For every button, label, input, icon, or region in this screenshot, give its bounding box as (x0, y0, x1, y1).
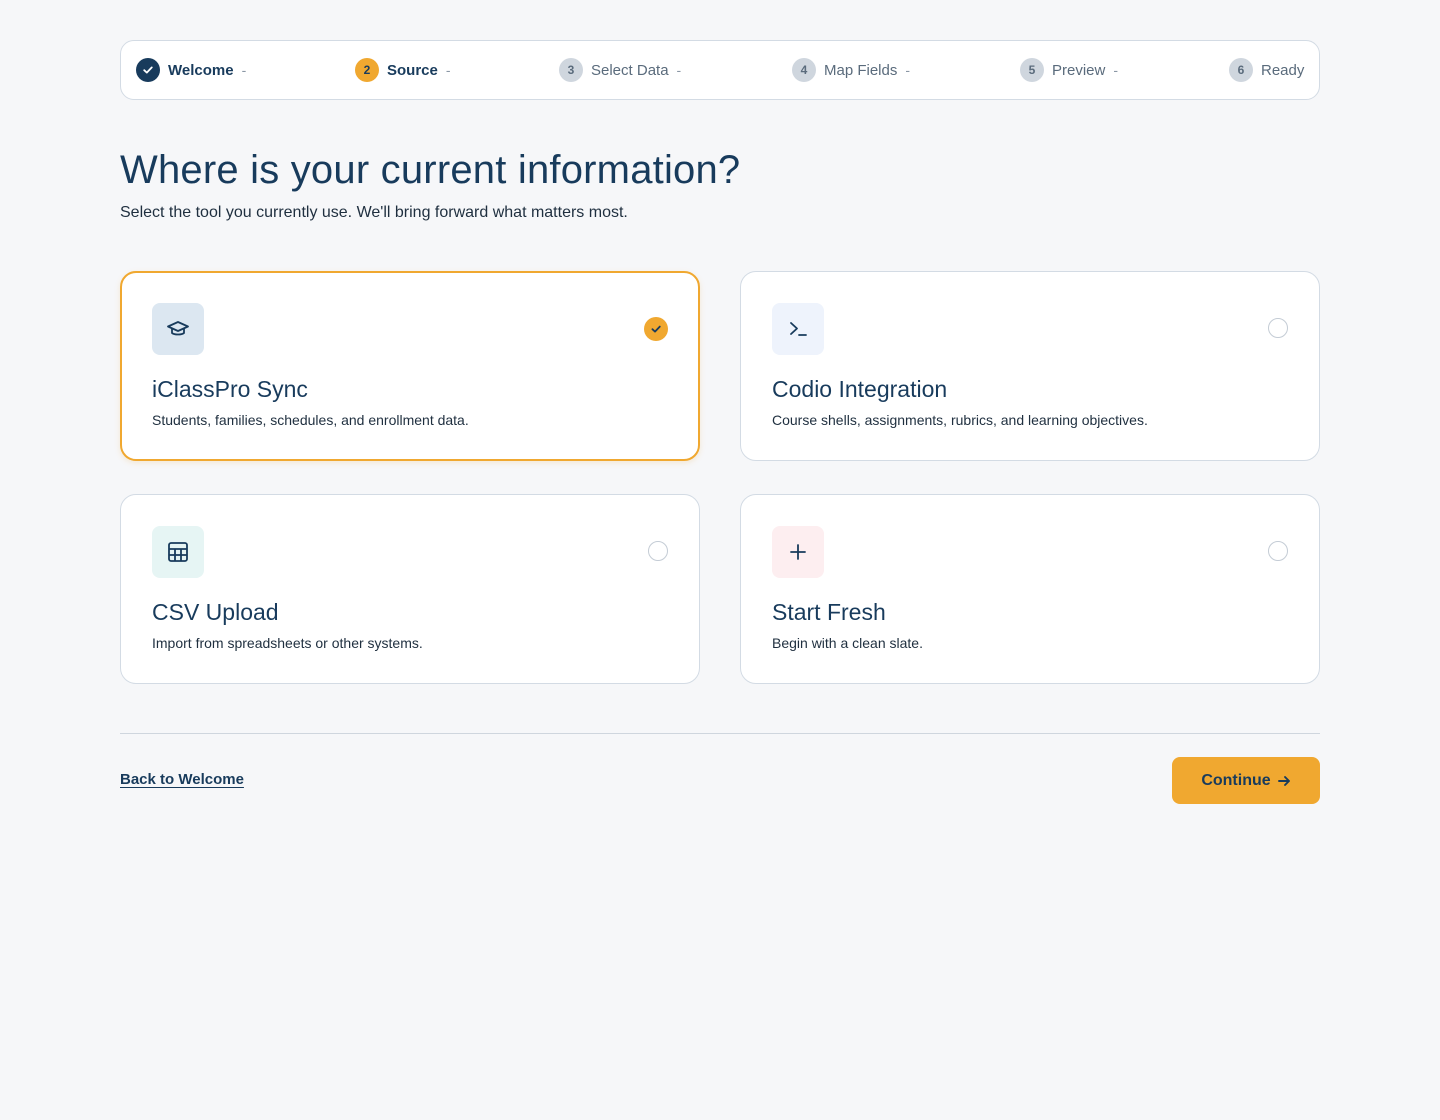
option-radio[interactable] (648, 541, 668, 561)
step-source[interactable]: 2 Source - (355, 41, 451, 99)
step-separator: - (241, 62, 247, 78)
step-select-data[interactable]: 3 Select Data - (559, 41, 681, 99)
step-separator: - (676, 62, 682, 78)
step-complete-check-icon (136, 58, 160, 82)
option-title: Start Fresh (772, 599, 886, 625)
step-label: Welcome (168, 61, 234, 79)
step-number: 4 (792, 58, 816, 82)
step-label: Ready (1261, 61, 1305, 79)
option-title: iClassPro Sync (152, 376, 308, 402)
progress-stepper: Welcome - 2 Source - 3 Select Data - 4 M… (120, 40, 1320, 100)
graduation-cap-icon (152, 303, 204, 355)
terminal-icon (772, 303, 824, 355)
step-label: Select Data (591, 61, 669, 79)
step-label: Source (387, 61, 438, 79)
step-welcome[interactable]: Welcome - (136, 41, 246, 99)
option-card-codio[interactable]: Codio Integration Course shells, assignm… (740, 271, 1320, 461)
step-label: Map Fields (824, 61, 898, 79)
step-separator: - (1113, 62, 1119, 78)
step-preview[interactable]: 5 Preview - (1020, 41, 1118, 99)
option-description: Import from spreadsheets or other system… (152, 635, 423, 651)
step-separator: - (905, 62, 911, 78)
selected-check-icon[interactable] (644, 317, 668, 341)
continue-button[interactable]: Continue (1172, 757, 1320, 804)
step-number: 5 (1020, 58, 1044, 82)
continue-label: Continue (1201, 771, 1271, 789)
option-title: CSV Upload (152, 599, 279, 625)
plus-icon (772, 526, 824, 578)
option-title: Codio Integration (772, 376, 948, 402)
table-icon (152, 526, 204, 578)
option-description: Begin with a clean slate. (772, 635, 923, 651)
option-description: Course shells, assignments, rubrics, and… (772, 412, 1148, 428)
step-number: 3 (559, 58, 583, 82)
footer-divider (120, 733, 1320, 734)
step-number: 2 (355, 58, 379, 82)
step-map-fields[interactable]: 4 Map Fields - (792, 41, 910, 99)
back-to-welcome-link[interactable]: Back to Welcome (120, 771, 244, 788)
step-label: Preview (1052, 61, 1106, 79)
step-ready[interactable]: 6 Ready (1229, 41, 1304, 99)
page-subtitle: Select the tool you currently use. We'll… (120, 204, 628, 221)
option-radio[interactable] (1268, 541, 1288, 561)
option-card-iclasspro[interactable]: iClassPro Sync Students, families, sched… (120, 271, 700, 461)
arrow-right-icon (1277, 774, 1291, 788)
page-title: Where is your current information? (120, 148, 741, 192)
option-card-csv[interactable]: CSV Upload Import from spreadsheets or o… (120, 494, 700, 684)
option-description: Students, families, schedules, and enrol… (152, 412, 469, 428)
option-card-start-fresh[interactable]: Start Fresh Begin with a clean slate. (740, 494, 1320, 684)
step-number: 6 (1229, 58, 1253, 82)
step-separator: - (445, 62, 451, 78)
option-radio[interactable] (1268, 318, 1288, 338)
